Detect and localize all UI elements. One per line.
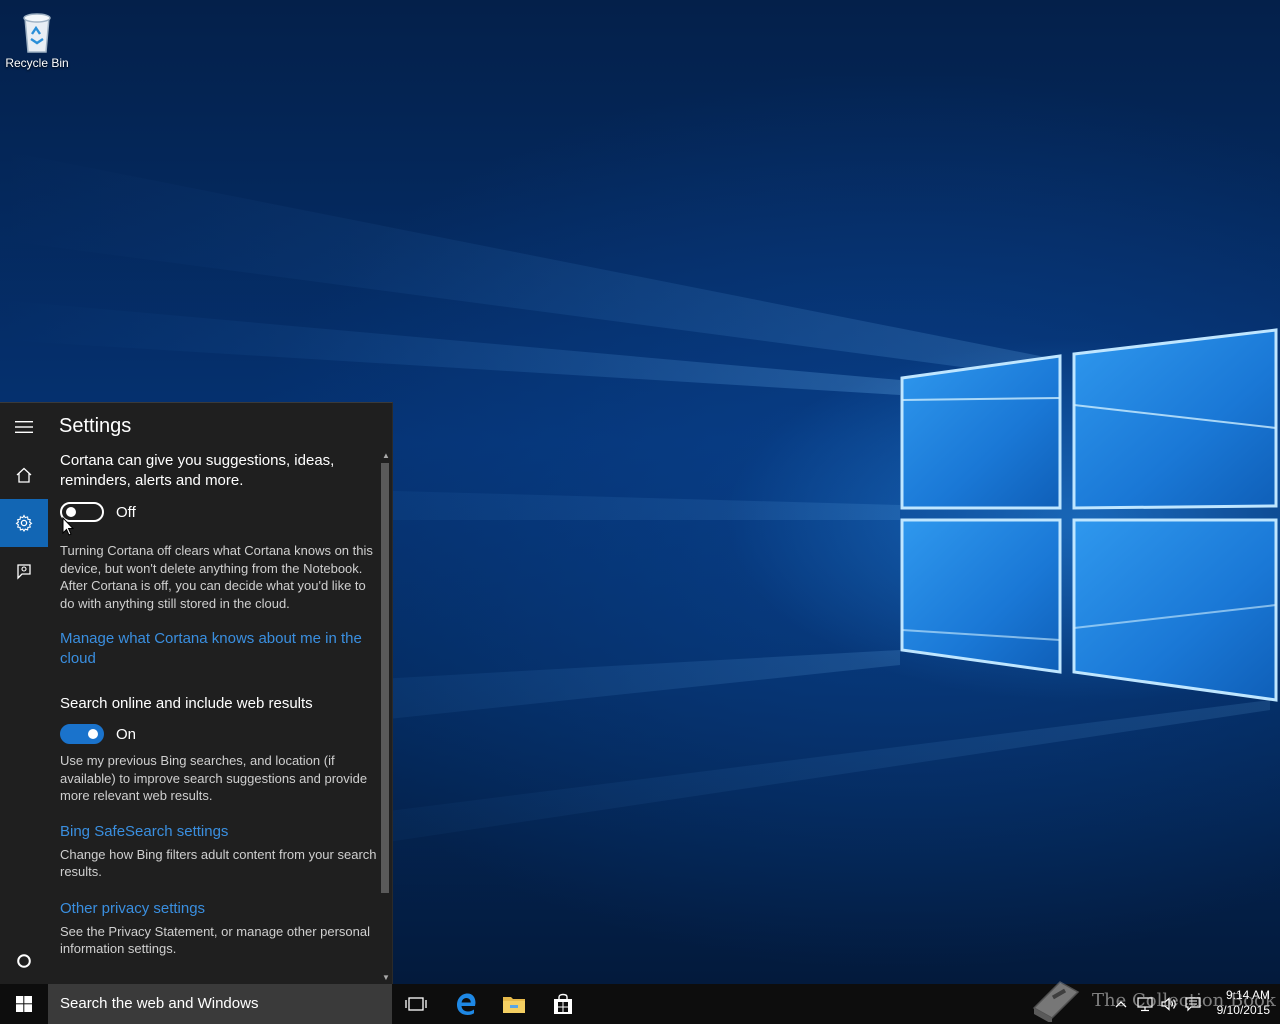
feedback-icon xyxy=(17,564,31,580)
feedback-button[interactable] xyxy=(0,547,48,595)
hamburger-menu-icon xyxy=(15,421,33,433)
watermark: The Collection Book xyxy=(1030,976,1276,1024)
page-title: Settings xyxy=(59,415,132,437)
taskbar-search-box[interactable]: Search the web and Windows xyxy=(48,984,392,1024)
settings-scroll-area[interactable]: Cortana can give you suggestions, ideas,… xyxy=(60,451,380,981)
scroll-down-arrow[interactable]: ▼ xyxy=(381,973,391,983)
manage-cloud-link[interactable]: Manage what Cortana knows about me in th… xyxy=(60,629,380,669)
scroll-thumb[interactable] xyxy=(381,463,389,893)
mouse-cursor-icon xyxy=(62,517,74,536)
watermark-text: The Collection Book xyxy=(1092,989,1276,1011)
search-online-toggle[interactable] xyxy=(60,724,104,744)
cortana-circle-icon xyxy=(17,954,31,968)
start-button[interactable] xyxy=(0,984,48,1024)
safesearch-description: Change how Bing filters adult content fr… xyxy=(60,846,377,880)
search-online-description: Use my previous Bing searches, and locat… xyxy=(60,753,368,803)
recycle-bin-icon xyxy=(23,13,51,53)
cortana-button[interactable] xyxy=(0,937,48,985)
scrollbar[interactable]: ▲ ▼ xyxy=(380,451,392,983)
search-online-toggle-row: On xyxy=(60,723,380,745)
scroll-up-arrow[interactable]: ▲ xyxy=(381,451,391,461)
task-view-icon xyxy=(405,997,427,1011)
desktop-icon-recycle-bin[interactable]: Recycle Bin xyxy=(4,8,70,70)
gear-icon xyxy=(15,514,33,532)
toggle-knob xyxy=(88,729,98,739)
safesearch-link[interactable]: Bing SafeSearch settings xyxy=(60,822,380,842)
edge-icon xyxy=(457,993,476,1015)
cortana-off-description: Turning Cortana off clears what Cortana … xyxy=(60,543,373,611)
privacy-description: See the Privacy Statement, or manage oth… xyxy=(60,923,371,957)
file-explorer-button[interactable] xyxy=(490,984,538,1024)
cortana-intro-text: Cortana can give you suggestions, ideas,… xyxy=(60,452,335,489)
cortana-toggle-label: Off xyxy=(116,503,136,521)
task-view-button[interactable] xyxy=(392,984,440,1024)
cortana-toggle-row: Off xyxy=(60,501,380,523)
hamburger-menu-button[interactable] xyxy=(0,403,48,451)
store-icon xyxy=(554,993,572,1014)
home-icon xyxy=(16,467,32,483)
store-button[interactable] xyxy=(539,984,587,1024)
settings-button[interactable] xyxy=(0,499,48,547)
folder-icon xyxy=(503,997,525,1013)
cortana-settings-content: Settings Cortana can give you suggestion… xyxy=(48,403,392,985)
edge-button[interactable] xyxy=(442,984,490,1024)
windows-logo-icon xyxy=(16,996,32,1012)
book-icon xyxy=(1032,981,1080,1022)
desktop-icon-label: Recycle Bin xyxy=(5,56,69,70)
cortana-panel: Settings Cortana can give you suggestion… xyxy=(0,402,393,985)
privacy-settings-link[interactable]: Other privacy settings xyxy=(60,899,380,919)
home-button[interactable] xyxy=(0,451,48,499)
cortana-rail xyxy=(0,403,48,985)
search-online-toggle-label: On xyxy=(116,725,137,743)
toggle-knob xyxy=(66,507,76,517)
search-online-title: Search online and include web results xyxy=(60,695,313,712)
